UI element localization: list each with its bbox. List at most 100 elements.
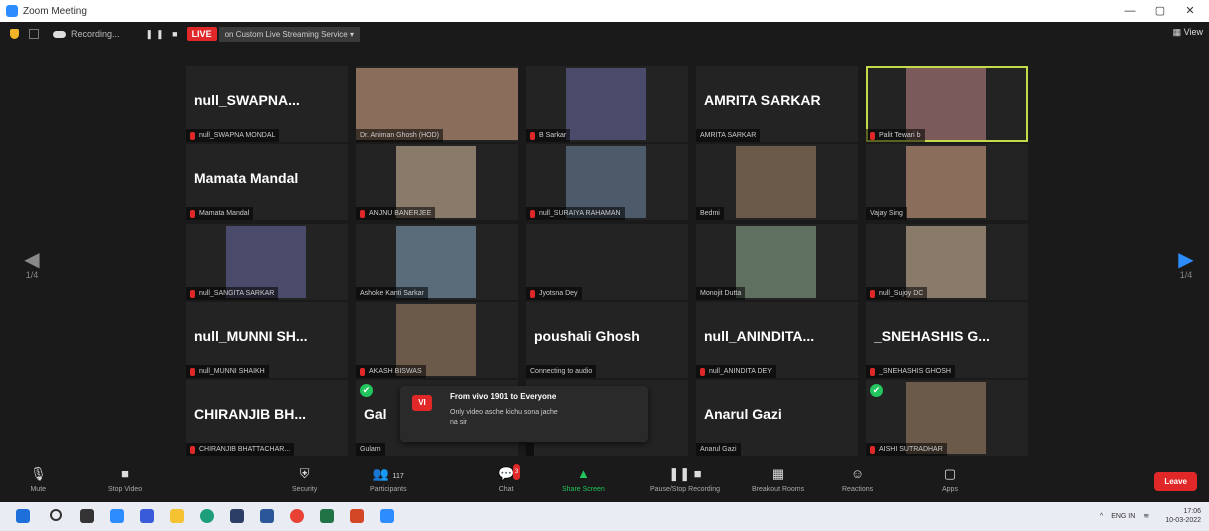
reactions-button[interactable]: ☺ Reactions — [842, 466, 873, 493]
participant-name-caption: CHIRANJIB BHATTACHAR... — [186, 443, 295, 456]
participant-tile[interactable]: Ashoke Kanti Sarkar — [356, 224, 518, 300]
security-shield-icon[interactable] — [10, 29, 19, 39]
participant-name-caption: Gulam — [356, 443, 385, 456]
zoom-meetings-icon[interactable] — [380, 509, 394, 523]
clock-time: 17:06 — [1183, 508, 1201, 515]
participant-name: Connecting to audio — [530, 368, 593, 375]
participant-tile[interactable]: null_MUNNI SH... null_MUNNI SHAIKH — [186, 302, 348, 378]
participant-name-caption: B Sarkar — [526, 129, 571, 142]
participants-button[interactable]: 👥 117 Participants — [370, 466, 407, 493]
share-screen-icon: ▲ — [576, 466, 590, 481]
word-icon[interactable] — [260, 509, 274, 523]
task-view-icon[interactable] — [80, 509, 94, 523]
participant-name-caption: Ashoke Kanti Sarkar — [356, 287, 428, 300]
participant-display-name: CHIRANJIB BH... — [194, 406, 307, 422]
participant-name: null_SURAIYA RAHAMAN — [539, 210, 621, 217]
participant-tile[interactable]: AMRITA SARKAR AMRITA SARKAR — [696, 66, 858, 142]
windows-start-icon[interactable] — [16, 509, 30, 523]
participant-video — [566, 68, 646, 140]
participants-label: Participants — [370, 486, 407, 493]
mic-muted-icon — [360, 209, 365, 218]
maximize-button[interactable]: ▢ — [1145, 2, 1175, 20]
participant-tile[interactable]: Vajay Sing — [866, 144, 1028, 220]
participant-name-caption: null_Sujoy DC — [866, 287, 928, 300]
participant-tile[interactable]: null_SANGITA SARKAR — [186, 224, 348, 300]
meeting-info-icon[interactable] — [29, 29, 39, 39]
prev-page-button[interactable]: ◀ 1/4 — [22, 250, 42, 280]
participant-display-name: Anarul Gazi — [704, 406, 782, 422]
participant-tile[interactable]: null_SURAIYA RAHAMAN — [526, 144, 688, 220]
close-button[interactable]: ✕ — [1175, 2, 1205, 20]
live-service-dropdown[interactable]: on Custom Live Streaming Service ▾ — [218, 26, 360, 42]
participant-name: null_MUNNI SHAIKH — [199, 368, 265, 375]
breakout-rooms-button[interactable]: ▦ Breakout Rooms — [752, 466, 804, 493]
chat-label: Chat — [498, 486, 514, 493]
breakout-label: Breakout Rooms — [752, 486, 805, 493]
chat-button[interactable]: 💬 3 Chat — [498, 464, 521, 493]
participant-name-caption: Bedmi — [696, 207, 724, 220]
video-camera-icon: ■ — [121, 466, 129, 481]
powerpoint-icon[interactable] — [350, 509, 364, 523]
store-icon[interactable] — [230, 509, 244, 523]
windows-taskbar: ^ ENG IN ≋ 17:06 10-03-2022 — [0, 502, 1209, 531]
page-indicator: 1/4 — [1179, 270, 1193, 280]
participant-tile[interactable]: poushali Ghosh Connecting to audio — [526, 302, 688, 378]
language-indicator[interactable]: ENG IN — [1111, 513, 1135, 520]
participant-display-name: _SNEHASHIS G... — [874, 328, 990, 344]
pause-recording-button[interactable]: ❚❚ ■ Pause/Stop Recording — [650, 466, 720, 493]
leave-button[interactable]: Leave — [1154, 472, 1197, 491]
participant-name: null_SANGITA SARKAR — [199, 290, 275, 297]
view-button[interactable]: ▦ View — [1173, 27, 1203, 38]
security-button[interactable]: ⛨ Security — [292, 466, 317, 493]
participant-tile[interactable]: Monojit Dutta — [696, 224, 858, 300]
cloud-icon — [53, 30, 66, 38]
participants-count: 117 — [392, 473, 404, 480]
participant-tile[interactable]: Anarul Gazi Anarul Gazi — [696, 380, 858, 456]
edge-browser-icon[interactable] — [200, 509, 214, 523]
participant-tile[interactable]: CHIRANJIB BH... CHIRANJIB BHATTACHAR... — [186, 380, 348, 456]
participant-tile[interactable]: Bedmi — [696, 144, 858, 220]
participant-tile[interactable]: null_Sujoy DC — [866, 224, 1028, 300]
mic-muted-icon — [530, 289, 535, 298]
share-screen-label: Share Screen — [562, 486, 605, 493]
participant-name-caption: Anarul Gazi — [696, 443, 741, 456]
chat-icon: 💬 3 — [498, 464, 521, 481]
participant-tile[interactable]: null_SWAPNA... null_SWAPNA MONDAL — [186, 66, 348, 142]
mic-muted-icon — [870, 445, 875, 454]
tray-expand-icon[interactable]: ^ — [1100, 513, 1103, 520]
participant-name-caption: Palit Tewari b — [866, 129, 925, 142]
apps-button[interactable]: ▢ Apps — [942, 466, 958, 493]
participant-name: _SNEHASHIS GHOSH — [879, 368, 951, 375]
participant-tile[interactable]: null_ANINDITA... null_ANINDITA DEY — [696, 302, 858, 378]
search-icon[interactable] — [50, 509, 62, 521]
participant-name-caption: null_MUNNI SHAIKH — [186, 365, 269, 378]
stop-video-button[interactable]: ■ Stop Video — [108, 466, 142, 493]
participant-tile[interactable]: ANJNU BANERJEE — [356, 144, 518, 220]
mute-button[interactable]: 🎙 Mute — [30, 466, 47, 493]
chat-app-icon[interactable] — [140, 509, 154, 523]
participant-tile[interactable]: B Sarkar — [526, 66, 688, 142]
chat-message: Only video asche kichu sona jache na sir — [450, 409, 558, 426]
participant-tile[interactable]: _SNEHASHIS G... _SNEHASHIS GHOSH — [866, 302, 1028, 378]
participant-tile[interactable]: Jyotsna Dey — [526, 224, 688, 300]
participant-tile[interactable]: AKASH BISWAS — [356, 302, 518, 378]
wifi-icon[interactable]: ≋ — [1143, 512, 1149, 520]
clock[interactable]: 17:06 10-03-2022 — [1157, 507, 1201, 525]
zoom-taskbar-icon[interactable] — [110, 509, 124, 523]
participant-name-caption — [526, 443, 534, 456]
next-page-button[interactable]: ▶ 1/4 — [1176, 250, 1196, 280]
chat-notification[interactable]: VI From vivo 1901 to Everyone Only video… — [400, 386, 648, 442]
participant-name: AMRITA SARKAR — [700, 132, 757, 139]
recording-controls[interactable]: ❚❚ ■ — [146, 29, 181, 40]
file-explorer-icon[interactable] — [170, 509, 184, 523]
excel-icon[interactable] — [320, 509, 334, 523]
minimize-button[interactable]: — — [1115, 2, 1145, 20]
chrome-icon[interactable] — [290, 509, 304, 523]
participant-tile[interactable]: Mamata Mandal Mamata Mandal — [186, 144, 348, 220]
participant-name: AKASH BISWAS — [369, 368, 422, 375]
check-icon: ✔ — [360, 384, 373, 397]
participant-tile[interactable]: Palit Tewari b — [866, 66, 1028, 142]
participant-tile[interactable]: Dr. Animan Ghosh (HOD) — [356, 66, 518, 142]
share-screen-button[interactable]: ▲ Share Screen — [562, 466, 605, 493]
participant-tile[interactable]: ✔ AISHI SUTRADHAR — [866, 380, 1028, 456]
